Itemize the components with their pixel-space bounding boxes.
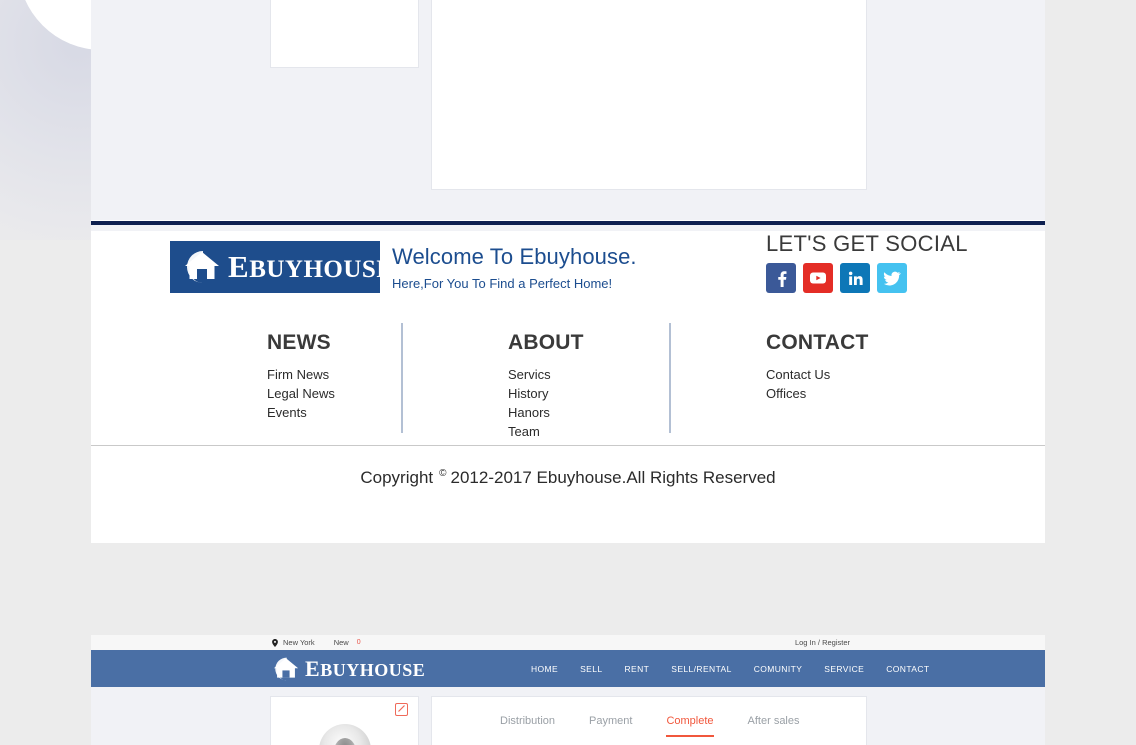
footer-column-contact: CONTACT Contact Us Offices <box>766 331 869 403</box>
nav-link-list: HOME SELL RENT SELL/RENTAL COMUNITY SERV… <box>531 664 929 674</box>
youtube-icon[interactable] <box>803 263 833 293</box>
profile-card <box>270 696 419 745</box>
nav-item-rent[interactable]: RENT <box>625 664 650 674</box>
location-pin-icon <box>272 638 278 647</box>
footer-welcome-block: Welcome To Ebuyhouse. Here,For You To Fi… <box>392 244 637 291</box>
footer-column-links: Contact Us Offices <box>766 365 869 403</box>
utility-top-bar: New York New 0 Log In / Register <box>91 635 1045 650</box>
sidebar-empty-space <box>271 0 418 67</box>
login-register-link[interactable]: Log In / Register <box>795 638 850 647</box>
tab-payment[interactable]: Payment <box>589 715 632 737</box>
nav-logo[interactable]: EBUYHOUSE <box>271 656 425 682</box>
page-two-body: Distribution Payment Complete After sale… <box>91 687 1045 745</box>
copyright-bar: Copyright © 2012-2017 Ebuyhouse.All Righ… <box>91 446 1045 543</box>
copyright-symbol-icon: © <box>439 468 447 479</box>
topbar-location-label: New York <box>283 638 315 647</box>
user-avatar[interactable] <box>318 724 371 745</box>
footer-column-links: Servics History Hanors Team <box>508 365 584 441</box>
nav-item-comunity[interactable]: COMUNITY <box>754 664 803 674</box>
page-two-container: New York New 0 Log In / Register EBUYHOU… <box>91 635 1045 745</box>
nav-item-sell-rental[interactable]: SELL/RENTAL <box>671 664 731 674</box>
footer-column-links: Firm News Legal News Events <box>267 365 335 422</box>
tab-distribution[interactable]: Distribution <box>500 715 555 737</box>
footer-link-contact-us[interactable]: Contact Us <box>766 365 869 384</box>
footer-link-team[interactable]: Team <box>508 422 584 441</box>
footer-link-legal-news[interactable]: Legal News <box>267 384 335 403</box>
nav-item-contact[interactable]: CONTACT <box>886 664 929 674</box>
main-navigation-bar: EBUYHOUSE HOME SELL RENT SELL/RENTAL COM… <box>91 650 1045 687</box>
decorative-circle-graphic <box>0 0 91 240</box>
topbar-secondary-label[interactable]: New <box>334 638 349 647</box>
social-icon-list <box>766 263 968 293</box>
facebook-icon[interactable] <box>766 263 796 293</box>
social-block: LET'S GET SOCIAL <box>766 231 968 293</box>
nav-item-service[interactable]: SERVICE <box>824 664 864 674</box>
account-sidebar-menu: History record Contract process My Order <box>270 0 419 68</box>
footer-link-offices[interactable]: Offices <box>766 384 869 403</box>
page-one-body: History record Contract process My Order <box>91 0 1045 220</box>
nav-item-sell[interactable]: SELL <box>580 664 602 674</box>
footer-column-heading: NEWS <box>267 331 331 354</box>
footer-logo-wordmark: EBUYHOUSE <box>228 249 394 284</box>
copyright-text: 2012-2017 Ebuyhouse.All Rights Reserved <box>450 468 776 487</box>
welcome-subheading: Here,For You To Find a Perfect Home! <box>392 276 613 291</box>
footer-column-heading: CONTACT <box>766 331 869 354</box>
social-heading: LET'S GET SOCIAL <box>766 231 968 256</box>
copyright-prefix: Copyright <box>360 468 434 487</box>
nav-logo-wordmark: EBUYHOUSE <box>305 655 426 681</box>
footer-link-hanors[interactable]: Hanors <box>508 403 584 422</box>
site-footer: EBUYHOUSE Welcome To Ebuyhouse. Here,For… <box>91 231 1045 543</box>
order-status-tabs: Distribution Payment Complete After sale… <box>432 697 866 737</box>
topbar-location-group[interactable]: New York New 0 <box>272 638 361 647</box>
edit-pencil-icon[interactable] <box>395 703 408 716</box>
house-logo-icon <box>273 657 299 680</box>
footer-column-news: NEWS Firm News Legal News Events <box>267 331 335 422</box>
footer-logo[interactable]: EBUYHOUSE <box>170 241 393 293</box>
page-one-container: History record Contract process My Order <box>91 0 1045 543</box>
welcome-heading: Welcome To Ebuyhouse. <box>392 244 637 269</box>
screen: History record Contract process My Order <box>0 0 1136 745</box>
topbar-badge: 0 <box>356 639 361 646</box>
house-logo-icon <box>185 251 219 283</box>
tab-complete[interactable]: Complete <box>666 715 714 737</box>
twitter-icon[interactable] <box>877 263 907 293</box>
footer-brand-row: EBUYHOUSE Welcome To Ebuyhouse. Here,For… <box>91 231 1045 317</box>
footer-link-firm-news[interactable]: Firm News <box>267 365 335 384</box>
footer-column-divider <box>669 323 671 433</box>
footer-column-heading: ABOUT <box>508 331 584 354</box>
tab-after-sales[interactable]: After sales <box>748 715 800 737</box>
footer-column-divider <box>401 323 403 433</box>
nav-item-home[interactable]: HOME <box>531 664 558 674</box>
footer-column-about: ABOUT Servics History Hanors Team <box>508 331 584 441</box>
footer-link-history[interactable]: History <box>508 384 584 403</box>
order-status-panel: Distribution Payment Complete After sale… <box>431 696 867 745</box>
footer-link-events[interactable]: Events <box>267 403 335 422</box>
linkedin-icon[interactable] <box>840 263 870 293</box>
page-one-content-panel <box>431 0 867 190</box>
footer-link-columns: NEWS Firm News Legal News Events ABOUT S… <box>91 317 1045 445</box>
footer-link-servics[interactable]: Servics <box>508 365 584 384</box>
